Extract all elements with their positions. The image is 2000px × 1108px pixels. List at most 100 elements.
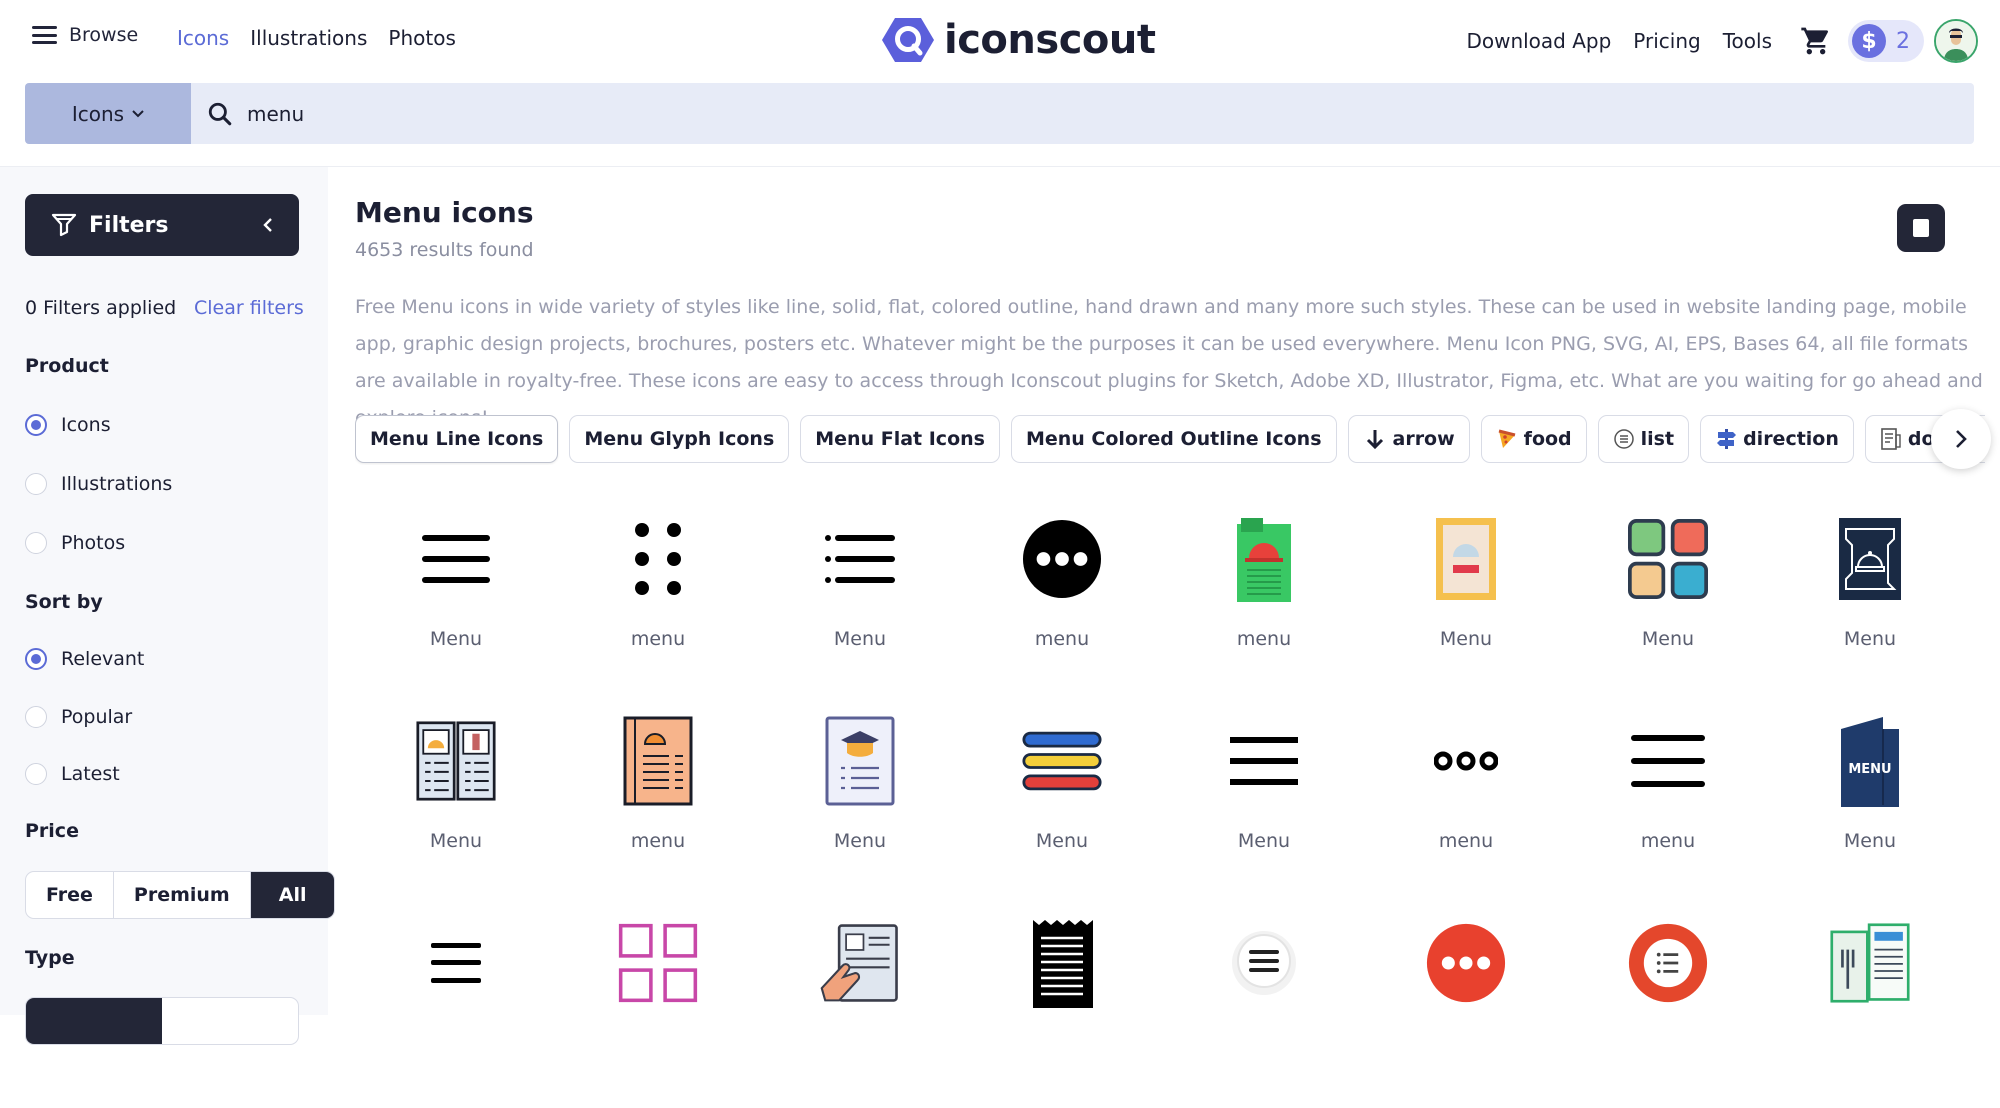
- bullet-list-icon: [820, 514, 900, 604]
- result-card[interactable]: Menu: [1769, 514, 1971, 704]
- chevron-right-icon: [1956, 430, 1967, 448]
- square-icon: [1913, 219, 1929, 237]
- result-card[interactable]: Menu: [1163, 716, 1365, 906]
- orange-menu-list-icon: [618, 716, 698, 806]
- pricing-link[interactable]: Pricing: [1633, 29, 1700, 53]
- chip-food[interactable]: food: [1480, 415, 1587, 463]
- result-label: Menu: [1843, 628, 1897, 650]
- chip-label: Menu Line Icons: [370, 428, 544, 450]
- clear-filters-link[interactable]: Clear filters: [194, 297, 304, 319]
- search-type-dropdown[interactable]: Icons: [25, 83, 191, 144]
- type-option-2[interactable]: [162, 998, 298, 1044]
- filters-toggle-button[interactable]: Filters: [25, 194, 299, 256]
- yellow-menu-card-icon: [1426, 514, 1506, 604]
- arrow-down-icon: [1366, 430, 1383, 450]
- coin-icon: $: [1852, 24, 1886, 58]
- price-segmented-control: Free Premium All: [25, 871, 336, 919]
- chip-menu-flat-icons[interactable]: Menu Flat Icons: [800, 415, 1000, 463]
- chip-menu-colored-outline-icons[interactable]: Menu Colored Outline Icons: [1010, 415, 1337, 463]
- result-card[interactable]: [961, 918, 1163, 1108]
- chip-arrow[interactable]: arrow: [1347, 415, 1470, 463]
- nav-icons[interactable]: Icons: [177, 26, 229, 50]
- result-label: Menu: [1843, 830, 1897, 852]
- sort-radio-latest[interactable]: Latest: [25, 763, 120, 785]
- more-horizontal-circle-icon: [1022, 514, 1102, 604]
- result-card[interactable]: [557, 918, 759, 1108]
- browse-label: Browse: [69, 24, 139, 46]
- price-premium-option[interactable]: Premium: [114, 872, 251, 918]
- result-card[interactable]: Menu: [961, 716, 1163, 906]
- result-card[interactable]: menu: [557, 716, 759, 906]
- result-card[interactable]: [1365, 918, 1567, 1108]
- filter-icon: [51, 213, 77, 237]
- product-radio-illustrations[interactable]: Illustrations: [25, 473, 172, 495]
- chip-list[interactable]: list: [1597, 415, 1690, 463]
- result-card[interactable]: [1163, 918, 1365, 1108]
- results-count: 4653 results found: [355, 239, 534, 261]
- type-segmented-control: [25, 997, 299, 1045]
- result-card[interactable]: Menu: [1365, 514, 1567, 704]
- price-all-option[interactable]: All: [250, 872, 335, 918]
- result-card[interactable]: menu: [1365, 716, 1567, 906]
- radio-label: Illustrations: [61, 473, 173, 495]
- result-label: Menu: [833, 628, 887, 650]
- restaurant-menu-icon: [1830, 918, 1910, 1008]
- nav-photos[interactable]: Photos: [388, 26, 455, 50]
- graduation-menu-icon: [820, 716, 900, 806]
- result-card[interactable]: Menu: [759, 514, 961, 704]
- logo[interactable]: iconscout: [882, 16, 1156, 64]
- browse-button[interactable]: Browse: [32, 24, 138, 46]
- result-card[interactable]: Menu: [355, 716, 557, 906]
- radio-label: Latest: [61, 763, 120, 785]
- result-card[interactable]: Menu: [759, 716, 961, 906]
- result-card[interactable]: [1769, 918, 1971, 1108]
- result-card[interactable]: Menu: [355, 514, 557, 704]
- filters-sidebar: Filters 0 Filters applied Clear filters …: [0, 167, 336, 1045]
- product-radio-icons[interactable]: Icons: [25, 414, 111, 436]
- hamburger-menu-icon: [416, 514, 496, 604]
- avatar[interactable]: [1934, 19, 1978, 63]
- sort-radio-relevant[interactable]: Relevant: [25, 648, 144, 670]
- chip-label: direction: [1743, 428, 1839, 450]
- chip-label: Menu Flat Icons: [815, 428, 985, 450]
- filters-applied-count: 0 Filters applied: [25, 297, 177, 319]
- chips-next-button[interactable]: [1931, 409, 1991, 469]
- hamburger-menu-icon: [416, 918, 496, 1008]
- price-free-option[interactable]: Free: [26, 872, 114, 918]
- result-card[interactable]: menu: [961, 514, 1163, 704]
- result-label: Menu: [1641, 628, 1695, 650]
- chip-menu-glyph-icons[interactable]: Menu Glyph Icons: [569, 415, 790, 463]
- nav-illustrations[interactable]: Illustrations: [250, 26, 367, 50]
- radio-label: Popular: [61, 706, 133, 728]
- chevron-left-icon: [263, 218, 272, 232]
- result-card[interactable]: menu: [1163, 514, 1365, 704]
- top-bar: Browse Icons Illustrations Photos iconsc…: [0, 0, 2000, 82]
- pink-grid-icon: [618, 918, 698, 1008]
- result-card[interactable]: [355, 918, 557, 1108]
- type-option-1[interactable]: [26, 998, 162, 1044]
- red-dots-icon: [1426, 918, 1506, 1008]
- result-card[interactable]: menu: [1567, 716, 1769, 906]
- credits-badge[interactable]: $ 2: [1848, 20, 1924, 62]
- search-input[interactable]: [247, 101, 1947, 126]
- result-label: menu: [1438, 830, 1494, 852]
- view-toggle-button[interactable]: [1897, 204, 1945, 252]
- list-icon: [1613, 429, 1634, 449]
- result-card[interactable]: menu: [557, 514, 759, 704]
- result-card[interactable]: [759, 918, 961, 1108]
- result-card[interactable]: [1567, 918, 1769, 1108]
- product-radio-photos[interactable]: Photos: [25, 532, 125, 554]
- right-nav: Download App Pricing Tools $ 2: [1466, 16, 2000, 66]
- sort-radio-popular[interactable]: Popular: [25, 706, 132, 728]
- cart-icon[interactable]: [1800, 25, 1832, 57]
- menu-button-icon: [1224, 918, 1304, 1008]
- chip-menu-line-icons[interactable]: Menu Line Icons: [355, 415, 559, 463]
- result-card[interactable]: MENU Menu: [1769, 716, 1971, 906]
- result-card[interactable]: Menu: [1567, 514, 1769, 704]
- type-heading: Type: [25, 947, 75, 969]
- download-app-link[interactable]: Download App: [1466, 29, 1611, 53]
- search-type-label: Icons: [71, 101, 125, 126]
- chip-direction[interactable]: direction: [1700, 415, 1854, 463]
- tools-link[interactable]: Tools: [1723, 29, 1772, 53]
- product-heading: Product: [25, 355, 109, 377]
